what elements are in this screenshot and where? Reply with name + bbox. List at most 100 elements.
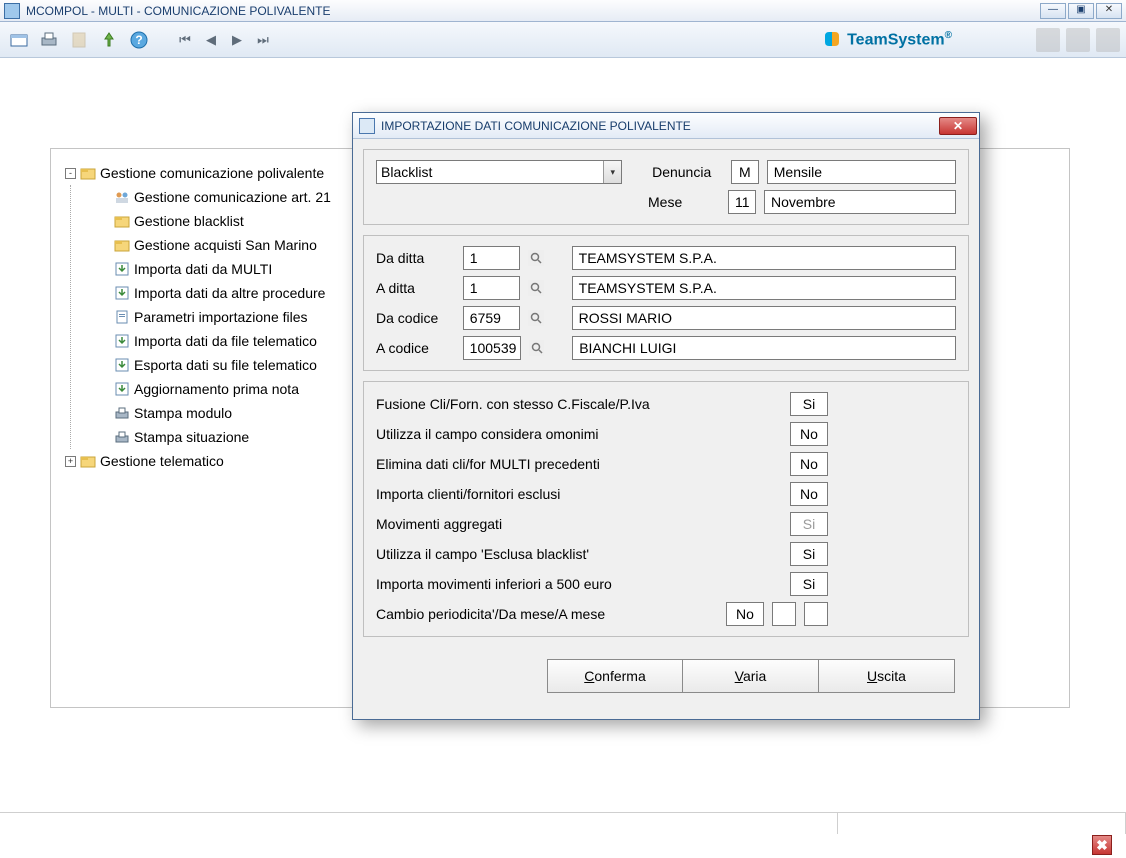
nav-prev-icon[interactable]: ◀ [202,31,220,49]
nav-group: ⏮ ◀ ▶ ⏭ [176,31,272,49]
toolbar-right [1036,28,1120,52]
open-icon[interactable] [6,27,32,53]
option-value[interactable]: No [790,422,828,446]
option-label: Fusione Cli/Forn. con stesso C.Fiscale/P… [376,396,782,412]
tree-item-label: Parametri importazione files [134,305,308,329]
maximize-button[interactable]: ▣ [1068,3,1094,19]
uscita-button[interactable]: Uscita [819,659,955,693]
export-icon[interactable] [96,27,122,53]
tree-item-icon [114,429,130,445]
conferma-button[interactable]: Conferma [547,659,683,693]
tree-item[interactable]: Gestione comunicazione art. 21 [97,185,385,209]
disabled-tool-3-icon [1096,28,1120,52]
tree-item[interactable]: Importa dati da file telematico [97,329,385,353]
window-titlebar: MCOMPOL - MULTI - COMUNICAZIONE POLIVALE… [0,0,1126,22]
option-value[interactable]: Si [790,572,828,596]
dialog-title: IMPORTAZIONE DATI COMUNICAZIONE POLIVALE… [381,119,939,133]
period-box[interactable] [804,602,828,626]
tree-item[interactable]: Stampa situazione [97,425,385,449]
tree-expand-icon[interactable]: - [65,168,76,179]
tree-item[interactable]: Importa dati da MULTI [97,257,385,281]
tree-item-label: Gestione acquisti San Marino [134,233,317,257]
option-label: Utilizza il campo 'Esclusa blacklist' [376,546,782,562]
clipboard-icon[interactable] [66,27,92,53]
option-value[interactable]: No [726,602,764,626]
tree-item[interactable]: Importa dati da altre procedure [97,281,385,305]
folder-icon [80,165,96,181]
varia-button[interactable]: Varia [683,659,819,693]
tree-node-telematico[interactable]: + Gestione telematico [65,449,385,473]
lookup-icon[interactable] [528,250,544,266]
app-icon [4,3,20,19]
tree-label: Gestione comunicazione polivalente [100,161,324,185]
print-icon[interactable] [36,27,62,53]
brand-logo-icon [823,30,841,48]
da-ditta-desc: TEAMSYSTEM S.P.A. [572,246,956,270]
lookup-icon[interactable] [528,280,544,296]
tree-item[interactable]: Gestione acquisti San Marino [97,233,385,257]
lookup-icon[interactable] [528,310,544,326]
option-value[interactable]: No [790,452,828,476]
a-codice-label: A codice [376,340,455,356]
minimize-button[interactable]: — [1040,3,1066,19]
tree-item-icon [114,213,130,229]
a-codice-desc: BIANCHI LUIGI [572,336,956,360]
tree-item[interactable]: Aggiornamento prima nota [97,377,385,401]
chevron-down-icon[interactable]: ▾ [603,161,621,183]
dialog-icon [359,118,375,134]
da-codice-field[interactable]: 6759 [463,306,520,330]
a-ditta-label: A ditta [376,280,455,296]
tree-item-label: Esporta dati su file telematico [134,353,317,377]
group-range: Da ditta 1 TEAMSYSTEM S.P.A. A ditta 1 T… [363,235,969,371]
close-button[interactable]: ✕ [1096,3,1122,19]
option-value[interactable]: No [790,482,828,506]
dialog-close-button[interactable]: ✕ [939,117,977,135]
help-icon[interactable]: ? [126,27,152,53]
tree-item-icon [114,381,130,397]
tree-item[interactable]: Esporta dati su file telematico [97,353,385,377]
denuncia-code-field[interactable]: M [731,160,759,184]
da-codice-desc: ROSSI MARIO [572,306,956,330]
tree-item-label: Importa dati da file telematico [134,329,317,353]
status-close-icon[interactable]: ✖ [1092,835,1112,855]
tree-item[interactable]: Parametri importazione files [97,305,385,329]
nav-last-icon[interactable]: ⏭ [254,31,272,49]
tree-item-icon [114,309,130,325]
tree-item[interactable]: Gestione blacklist [97,209,385,233]
lookup-icon[interactable] [529,340,545,356]
a-ditta-field[interactable]: 1 [463,276,520,300]
brand-logo: TeamSystem® [823,30,952,49]
option-row: Elimina dati cli/for MULTI precedentiNo [376,452,956,476]
group-header: Blacklist ▾ Denuncia M Mensile Mese 11 N… [363,149,969,225]
a-codice-field[interactable]: 100539 [463,336,521,360]
status-cell [838,813,1126,834]
tree-label: Gestione telematico [100,449,224,473]
option-label: Importa clienti/fornitori esclusi [376,486,782,502]
tipo-combo[interactable]: Blacklist ▾ [376,160,622,184]
window-controls: — ▣ ✕ [1040,3,1122,19]
da-codice-label: Da codice [376,310,455,326]
import-dialog: IMPORTAZIONE DATI COMUNICAZIONE POLIVALE… [352,112,980,720]
period-box[interactable] [772,602,796,626]
tree-item-icon [114,189,130,205]
tree-item-label: Importa dati da MULTI [134,257,272,281]
main-toolbar: ? ⏮ ◀ ▶ ⏭ TeamSystem® [0,22,1126,58]
option-row: Utilizza il campo considera omonimiNo [376,422,956,446]
tree-expand-icon[interactable]: + [65,456,76,467]
a-ditta-desc: TEAMSYSTEM S.P.A. [572,276,956,300]
svg-text:?: ? [135,33,142,47]
disabled-tool-2-icon [1066,28,1090,52]
tree-item-icon [114,237,130,253]
brand-name: TeamSystem® [847,30,952,49]
option-value[interactable]: Si [790,542,828,566]
option-value[interactable]: Si [790,392,828,416]
denuncia-desc: Mensile [767,160,956,184]
tree-node-polivalente[interactable]: - Gestione comunicazione polivalente [65,161,385,185]
nav-next-icon[interactable]: ▶ [228,31,246,49]
mese-num-field[interactable]: 11 [728,190,756,214]
da-ditta-field[interactable]: 1 [463,246,520,270]
option-row: Importa movimenti inferiori a 500 euroSi [376,572,956,596]
tree-item[interactable]: Stampa modulo [97,401,385,425]
nav-first-icon[interactable]: ⏮ [176,31,194,49]
option-row: Importa clienti/fornitori esclusi No [376,482,956,506]
